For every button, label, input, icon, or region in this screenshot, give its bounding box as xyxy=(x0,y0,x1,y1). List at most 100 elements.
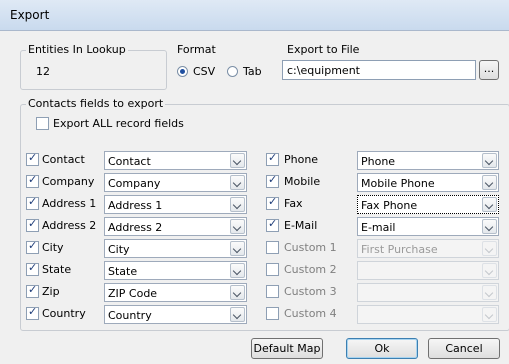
chevron-down-icon xyxy=(482,263,497,278)
chevron-down-icon xyxy=(482,285,497,300)
entities-label: Entities In Lookup xyxy=(26,43,128,56)
format-tab-label[interactable]: Tab xyxy=(243,65,262,78)
e-mail-field-select[interactable]: E-mail xyxy=(357,217,499,236)
mobile-field-select[interactable]: Mobile Phone xyxy=(357,173,499,192)
custom-4-label: Custom 4 xyxy=(284,307,337,320)
state-label: State xyxy=(42,263,72,276)
phone-checkbox[interactable]: ✓ xyxy=(266,151,279,166)
custom-1-field-select: First Purchase xyxy=(357,239,499,258)
chevron-down-icon[interactable] xyxy=(230,307,245,322)
browse-button[interactable]: ... xyxy=(479,60,499,80)
chevron-down-icon[interactable] xyxy=(230,175,245,190)
custom-3-field-select xyxy=(357,283,499,302)
export-file-input[interactable]: c:\equipment xyxy=(282,60,476,80)
contact-field-select[interactable]: Contact xyxy=(104,151,247,170)
check-mark-icon: ✓ xyxy=(268,195,278,208)
e-mail-field-value: E-mail xyxy=(361,221,396,234)
check-mark-icon: ✓ xyxy=(28,195,38,208)
state-field-select[interactable]: State xyxy=(104,261,247,280)
export-file-path: c:\equipment xyxy=(287,64,360,77)
city-field-select[interactable]: City xyxy=(104,239,247,258)
zip-field-value: ZIP Code xyxy=(108,287,158,300)
country-checkbox[interactable]: ✓ xyxy=(26,305,39,320)
mobile-checkbox[interactable]: ✓ xyxy=(266,173,279,188)
entities-count: 12 xyxy=(36,65,50,78)
custom-1-checkbox[interactable] xyxy=(266,241,279,254)
country-field-value: Country xyxy=(108,309,152,322)
country-field-select[interactable]: Country xyxy=(104,305,247,324)
export-all-checkbox[interactable] xyxy=(36,117,49,130)
format-label: Format xyxy=(177,43,216,56)
fax-field-value: Fax Phone xyxy=(361,199,418,212)
chevron-down-icon[interactable] xyxy=(230,285,245,300)
city-label: City xyxy=(42,241,64,254)
chevron-down-icon xyxy=(482,241,497,256)
format-tab-radio[interactable] xyxy=(227,66,238,77)
address-1-label: Address 1 xyxy=(42,197,97,210)
cancel-button[interactable]: Cancel xyxy=(428,338,500,359)
chevron-down-icon[interactable] xyxy=(230,153,245,168)
default-map-button[interactable]: Default Map xyxy=(251,338,323,359)
company-checkbox[interactable]: ✓ xyxy=(26,173,39,188)
custom-2-field-select xyxy=(357,261,499,280)
mobile-field-value: Mobile Phone xyxy=(361,177,435,190)
city-checkbox[interactable]: ✓ xyxy=(26,239,39,254)
fax-checkbox[interactable]: ✓ xyxy=(266,195,279,210)
phone-field-select[interactable]: Phone xyxy=(357,151,499,170)
phone-field-value: Phone xyxy=(361,155,396,168)
chevron-down-icon[interactable] xyxy=(482,219,497,234)
check-mark-icon: ✓ xyxy=(28,173,38,186)
window-title: Export xyxy=(10,8,50,22)
contact-field-value: Contact xyxy=(108,155,151,168)
format-csv-radio[interactable] xyxy=(177,66,188,77)
export-all-label[interactable]: Export ALL record fields xyxy=(53,117,184,130)
company-field-select[interactable]: Company xyxy=(104,173,247,192)
ok-button[interactable]: Ok xyxy=(346,338,418,359)
zip-checkbox[interactable]: ✓ xyxy=(26,283,39,298)
address-1-checkbox[interactable]: ✓ xyxy=(26,195,39,210)
chevron-down-icon[interactable] xyxy=(230,263,245,278)
zip-field-select[interactable]: ZIP Code xyxy=(104,283,247,302)
chevron-down-icon[interactable] xyxy=(230,197,245,212)
fax-label: Fax xyxy=(284,197,303,210)
chevron-down-icon[interactable] xyxy=(230,241,245,256)
address-2-field-select[interactable]: Address 2 xyxy=(104,217,247,236)
export-file-label: Export to File xyxy=(287,43,360,56)
check-mark-icon: ✓ xyxy=(268,173,278,186)
zip-label: Zip xyxy=(42,285,60,298)
state-field-value: State xyxy=(108,265,138,278)
chevron-down-icon xyxy=(482,307,497,322)
custom-3-checkbox[interactable] xyxy=(266,285,279,298)
default-map-button-label: Default Map xyxy=(253,342,321,355)
phone-label: Phone xyxy=(284,153,319,166)
chevron-down-icon[interactable] xyxy=(482,197,497,212)
ok-button-label: Ok xyxy=(374,342,390,355)
check-mark-icon: ✓ xyxy=(28,283,38,296)
cancel-button-label: Cancel xyxy=(445,342,483,355)
address-2-field-value: Address 2 xyxy=(108,221,163,234)
check-mark-icon: ✓ xyxy=(28,217,38,230)
format-csv-label[interactable]: CSV xyxy=(193,65,215,78)
custom-4-field-select xyxy=(357,305,499,324)
company-field-value: Company xyxy=(108,177,161,190)
check-mark-icon: ✓ xyxy=(28,305,38,318)
address-1-field-select[interactable]: Address 1 xyxy=(104,195,247,214)
check-mark-icon: ✓ xyxy=(28,239,38,252)
custom-4-checkbox[interactable] xyxy=(266,307,279,320)
check-mark-icon: ✓ xyxy=(28,261,38,274)
state-checkbox[interactable]: ✓ xyxy=(26,261,39,276)
chevron-down-icon[interactable] xyxy=(230,219,245,234)
custom-3-label: Custom 3 xyxy=(284,285,337,298)
e-mail-label: E-Mail xyxy=(284,219,318,232)
mobile-label: Mobile xyxy=(284,175,321,188)
custom-1-field-value: First Purchase xyxy=(361,243,438,256)
chevron-down-icon[interactable] xyxy=(482,175,497,190)
fax-field-select[interactable]: Fax Phone xyxy=(357,195,499,214)
chevron-down-icon[interactable] xyxy=(482,153,497,168)
custom-2-checkbox[interactable] xyxy=(266,263,279,276)
fields-group-label: Contacts fields to export xyxy=(26,97,166,110)
contact-checkbox[interactable]: ✓ xyxy=(26,151,39,166)
e-mail-checkbox[interactable]: ✓ xyxy=(266,217,279,232)
address-2-checkbox[interactable]: ✓ xyxy=(26,217,39,232)
custom-1-label: Custom 1 xyxy=(284,241,337,254)
